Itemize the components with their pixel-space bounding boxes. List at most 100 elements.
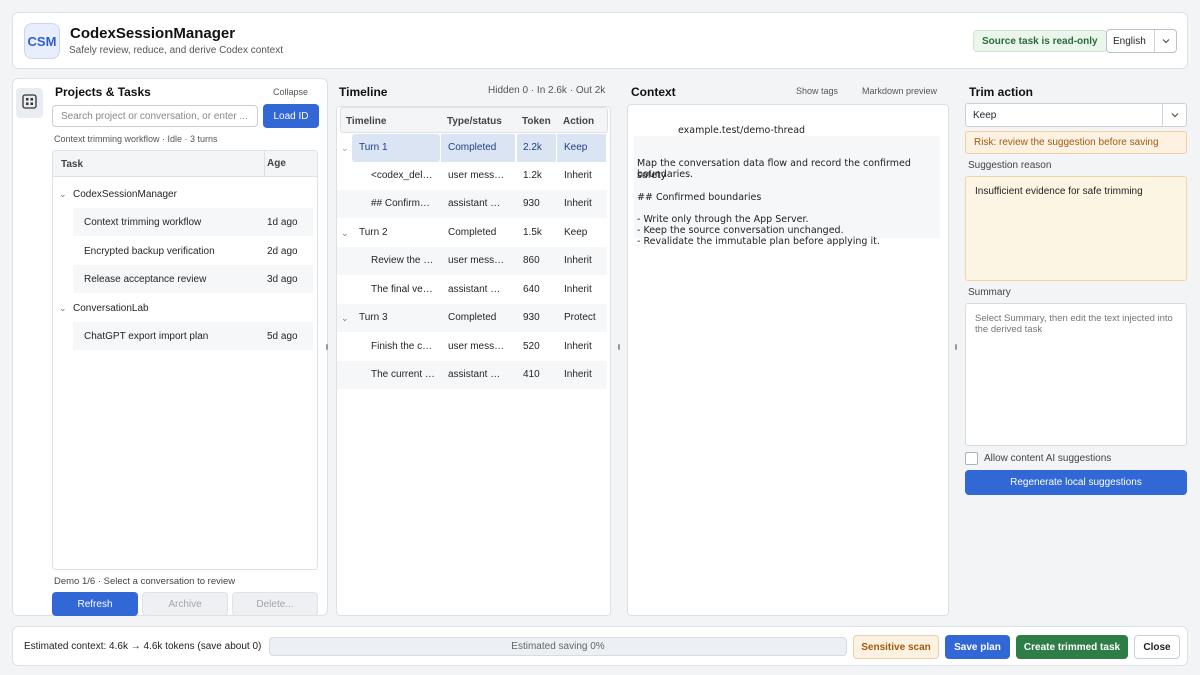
context-panel: Context Show tags Markdown preview examp…: [627, 78, 949, 616]
projects-toggle-button[interactable]: [16, 88, 43, 118]
message-name: The final version: [371, 284, 435, 295]
refresh-button[interactable]: Refresh: [52, 592, 138, 616]
summary-input[interactable]: [965, 303, 1187, 446]
language-value: English: [1113, 35, 1146, 47]
timeline-stats: Hidden 0 · In 2.6k · Out 2k: [488, 85, 606, 96]
message-action[interactable]: Inherit: [564, 333, 592, 361]
turn-name: Turn 2: [359, 227, 388, 238]
message-name: <codex_delegation>: [371, 170, 435, 181]
context-line: - Revalidate the immutable plan before a…: [637, 236, 880, 247]
trim-panel: Trim action Keep Risk: review the sugges…: [958, 78, 1190, 616]
markdown-preview-button[interactable]: Markdown preview: [862, 86, 937, 96]
timeline-turn-row[interactable]: ⌄ Turn 1 Completed 2.2k Keep: [337, 134, 607, 162]
regenerate-button[interactable]: Regenerate local suggestions: [965, 470, 1187, 495]
message-action[interactable]: Inherit: [564, 247, 592, 275]
grid-icon: [22, 94, 37, 112]
timeline-message-row[interactable]: Finish the check user message 520 Inheri…: [337, 333, 607, 361]
summary-label: Summary: [968, 287, 1011, 298]
create-trimmed-task-button[interactable]: Create trimmed task: [1016, 635, 1128, 659]
message-action[interactable]: Inherit: [564, 190, 592, 218]
chevron-down-icon: ⌄: [341, 228, 349, 238]
timeline-turn-row[interactable]: ⌄ Turn 3 Completed 930 Protect: [337, 304, 607, 332]
task-table-header: Task Age: [53, 151, 317, 177]
turn-token: 930: [523, 312, 540, 323]
message-action[interactable]: Inherit: [564, 361, 592, 389]
trim-title: Trim action: [969, 85, 1034, 99]
message-token: 410: [523, 369, 540, 380]
timeline-table: Timeline Type/status Token Action ⌄ Turn…: [336, 106, 611, 616]
task-name: Release acceptance review: [84, 273, 207, 285]
footer-bar: Estimated context: 4.6k → 4.6k tokens (s…: [12, 626, 1188, 666]
message-type: user message: [448, 255, 508, 266]
allow-ai-checkbox[interactable]: [965, 452, 978, 465]
collapse-button[interactable]: Collapse: [273, 87, 308, 97]
turn-action[interactable]: Keep: [564, 219, 587, 247]
chevron-down-icon: [1154, 30, 1176, 52]
trim-action-select[interactable]: Keep: [965, 103, 1187, 127]
risk-warning: Risk: review the suggestion before savin…: [965, 131, 1187, 154]
demo-status: Demo 1/6 · Select a conversation to revi…: [54, 576, 236, 587]
task-name: Encrypted backup verification: [84, 245, 215, 257]
saving-progress-bar: Estimated saving 0%: [269, 637, 847, 656]
column-timeline: Timeline: [346, 116, 387, 127]
turn-action[interactable]: Keep: [557, 134, 606, 162]
turn-name: Turn 3: [359, 312, 388, 323]
turn-action[interactable]: Protect: [564, 304, 596, 332]
message-token: 1.2k: [523, 170, 542, 181]
chevron-down-icon: ⌄: [59, 302, 67, 313]
app-logo: CSM: [24, 23, 60, 59]
timeline-message-row[interactable]: <codex_delegation> user message 1.2k Inh…: [337, 162, 607, 190]
group-name: ConversationLab: [73, 302, 149, 314]
reason-text: Insufficient evidence for safe trimming: [965, 176, 1187, 281]
message-action[interactable]: Inherit: [564, 162, 592, 190]
task-age: 2d ago: [267, 245, 298, 257]
save-plan-button[interactable]: Save plan: [945, 635, 1010, 659]
timeline-message-row[interactable]: The current state assistant message 410 …: [337, 361, 607, 389]
project-group-conversationlab[interactable]: ⌄ ConversationLab: [53, 294, 317, 322]
task-row[interactable]: ChatGPT export import plan 5d ago: [73, 322, 313, 350]
context-line: ## Confirmed boundaries: [637, 192, 762, 203]
message-action[interactable]: Inherit: [564, 276, 592, 304]
archive-button[interactable]: Archive: [142, 592, 228, 616]
search-input[interactable]: [53, 106, 257, 126]
show-tags-button[interactable]: Show tags: [796, 86, 838, 96]
close-button[interactable]: Close: [1134, 635, 1180, 659]
delete-button[interactable]: Delete...: [232, 592, 318, 616]
timeline-message-row[interactable]: Review the plan user message 860 Inherit: [337, 247, 607, 275]
resize-handle[interactable]: [955, 344, 957, 350]
resize-handle[interactable]: [618, 344, 620, 350]
task-age: 1d ago: [267, 216, 298, 228]
task-row[interactable]: Release acceptance review 3d ago: [73, 265, 313, 293]
message-name: ## Confirmed boundaries: [371, 198, 435, 209]
timeline-message-row[interactable]: ## Confirmed boundaries assistant messag…: [337, 190, 607, 218]
resize-handle[interactable]: [326, 344, 328, 350]
app-header: CSM CodexSessionManager Safely review, r…: [12, 12, 1188, 69]
turn-name: Turn 1: [352, 134, 440, 162]
timeline-message-row[interactable]: The final version assistant message 640 …: [337, 276, 607, 304]
column-token: Token: [522, 116, 551, 127]
timeline-turn-row[interactable]: ⌄ Turn 2 Completed 1.5k Keep: [337, 219, 607, 247]
turn-status: Completed: [448, 227, 497, 238]
load-id-button[interactable]: Load ID: [263, 104, 319, 128]
message-token: 640: [523, 284, 540, 295]
task-name: ChatGPT export import plan: [84, 330, 209, 342]
allow-ai-option[interactable]: Allow content AI suggestions: [965, 452, 1111, 465]
task-row[interactable]: Encrypted backup verification 2d ago: [73, 237, 313, 265]
message-type: user message: [448, 341, 508, 352]
language-select[interactable]: English: [1106, 29, 1177, 53]
task-row[interactable]: Context trimming workflow 1d ago: [73, 208, 313, 236]
message-type: assistant message: [448, 198, 508, 209]
sensitive-scan-button[interactable]: Sensitive scan: [853, 635, 939, 659]
app-subtitle: Safely review, reduce, and derive Codex …: [69, 45, 284, 56]
context-title: Context: [631, 85, 676, 99]
column-action: Action: [563, 116, 595, 127]
turn-status: Completed: [441, 134, 515, 162]
chevron-down-icon: [1162, 104, 1186, 126]
readonly-badge: Source task is read-only: [973, 30, 1107, 52]
chevron-down-icon: ⌄: [341, 313, 349, 323]
project-group-codexsessionmanager[interactable]: ⌄ CodexSessionManager: [53, 180, 317, 208]
column-type: Type/status: [447, 116, 502, 127]
workflow-status: Context trimming workflow · Idle · 3 tur…: [54, 134, 218, 144]
timeline-header: Timeline Type/status Token Action: [340, 107, 608, 133]
message-token: 930: [523, 198, 540, 209]
